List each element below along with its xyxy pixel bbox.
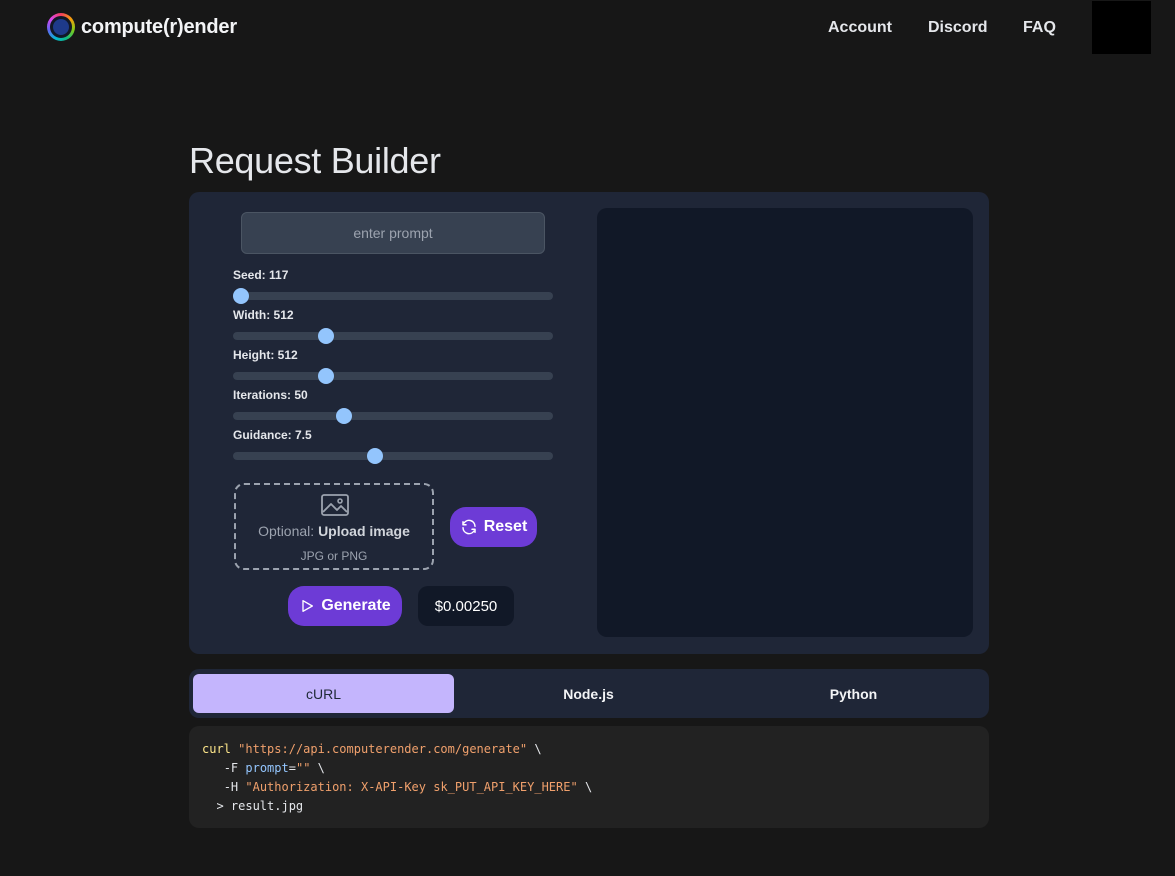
price-display: $0.00250	[418, 586, 514, 626]
upload-action: Upload image	[318, 523, 410, 539]
refresh-icon	[461, 519, 476, 535]
code-command: curl	[202, 742, 231, 756]
code-flag-f: -F	[223, 761, 239, 775]
reset-label: Reset	[483, 518, 528, 535]
width-slider[interactable]	[233, 328, 553, 344]
height-slider[interactable]	[233, 368, 553, 384]
tab-nodejs[interactable]: Node.js	[458, 674, 719, 713]
brand-logo[interactable]: compute(r)ender	[47, 13, 237, 41]
upload-label: Optional: Upload image	[236, 523, 432, 539]
code-url: "https://api.computerender.com/generate"	[238, 742, 528, 756]
height-slider-thumb[interactable]	[318, 368, 335, 384]
code-equals: =	[288, 761, 296, 775]
iterations-slider[interactable]	[233, 408, 553, 424]
nav-faq-link[interactable]: FAQ	[1023, 19, 1056, 37]
tab-python[interactable]: Python	[723, 674, 984, 713]
guidance-slider-thumb[interactable]	[366, 448, 383, 464]
brand-name: compute(r)ender	[81, 15, 237, 38]
upload-prefix: Optional:	[258, 523, 315, 539]
iterations-label: Iterations: 50	[233, 388, 308, 402]
reset-button[interactable]: Reset	[450, 507, 537, 547]
code-continuation: \	[527, 742, 542, 756]
tab-curl[interactable]: cURL	[193, 674, 454, 713]
iterations-slider-thumb[interactable]	[336, 408, 353, 424]
generate-button[interactable]: Generate	[288, 586, 402, 626]
upload-formats: JPG or PNG	[300, 549, 368, 563]
avatar[interactable]	[1092, 1, 1151, 54]
guidance-label: Guidance: 7.5	[233, 428, 312, 442]
generate-label: Generate	[321, 597, 391, 614]
code-continuation: \	[577, 780, 593, 794]
code-flag-h: -H	[223, 780, 239, 794]
code-prompt-value: ""	[295, 761, 311, 775]
code-continuation: \	[310, 761, 325, 775]
width-slider-thumb[interactable]	[318, 328, 335, 344]
image-upload-dropzone[interactable]: Optional: Upload image JPG or PNG	[234, 483, 434, 570]
guidance-slider[interactable]	[233, 448, 553, 464]
play-icon	[302, 600, 314, 612]
nav-discord-link[interactable]: Discord	[928, 19, 988, 37]
code-language-tabs: cURL Node.js Python	[189, 669, 989, 718]
page-title: Request Builder	[189, 140, 441, 181]
image-icon	[321, 494, 349, 516]
prompt-input[interactable]	[241, 212, 545, 254]
height-label: Height: 512	[233, 348, 298, 362]
nav-account-link[interactable]: Account	[828, 19, 892, 37]
image-preview	[597, 208, 973, 637]
code-auth-header: "Authorization: X-API-Key sk_PUT_API_KEY…	[245, 780, 578, 794]
request-builder-panel: Seed: 117 Width: 512 Height: 512 Iterati…	[189, 192, 989, 654]
code-redirect: > result.jpg	[216, 799, 304, 813]
seed-label: Seed: 117	[233, 268, 289, 282]
width-label: Width: 512	[233, 308, 294, 322]
logo-icon	[47, 13, 75, 41]
seed-slider-thumb[interactable]	[233, 288, 249, 304]
code-prompt-key: prompt	[245, 761, 289, 775]
code-snippet[interactable]: curl "https://api.computerender.com/gene…	[189, 726, 989, 828]
seed-slider[interactable]	[233, 288, 553, 304]
